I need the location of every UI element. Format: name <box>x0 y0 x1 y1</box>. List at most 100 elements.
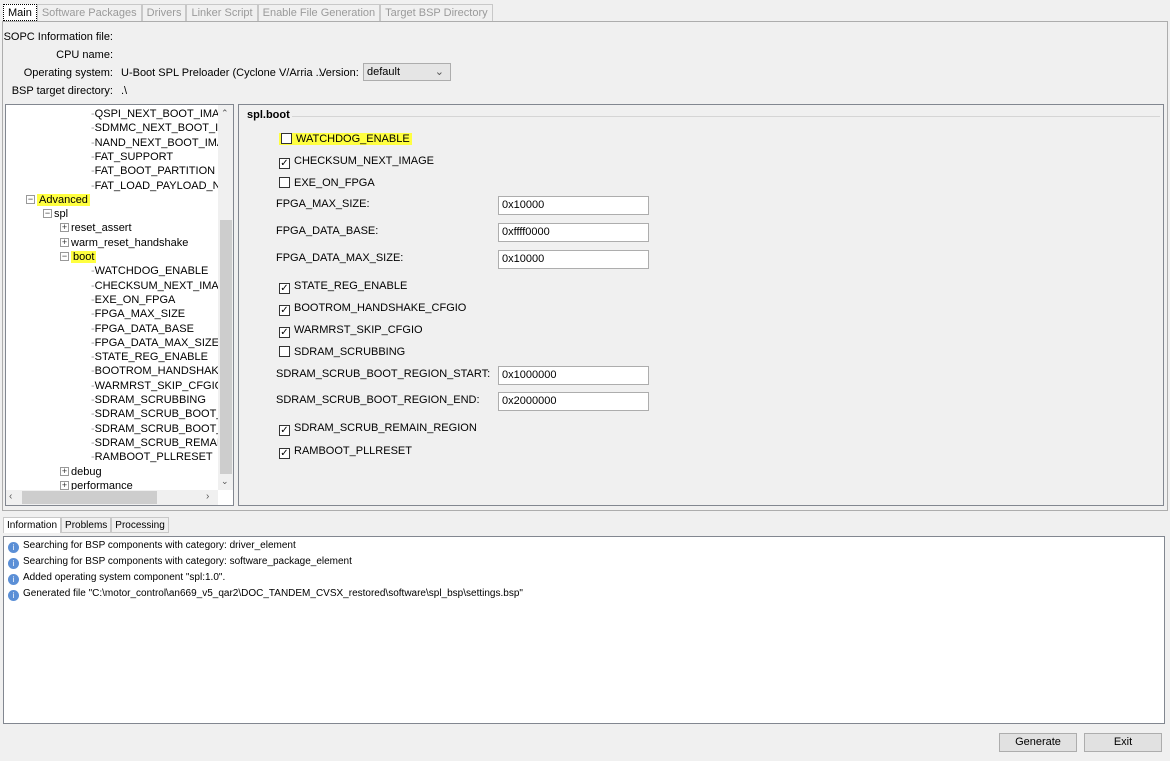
setting-label: SDRAM_SCRUB_BOOT_REGION_END: <box>276 394 480 406</box>
log-line: i Added operating system component "spl:1… <box>8 572 225 585</box>
tree-item[interactable]: -CHECKSUM_NEXT_IMAGE <box>91 279 234 293</box>
tab-processing[interactable]: Processing <box>111 517 169 533</box>
setting-checkbox[interactable]: ✓ SDRAM_SCRUB_REMAIN_REGION <box>279 422 477 436</box>
tree-item[interactable]: -SDRAM_SCRUBBING <box>91 394 206 407</box>
checkbox-unchecked[interactable] <box>281 133 292 144</box>
log-text: Generated file "C:\motor_control\an669_v… <box>23 588 523 599</box>
collapse-icon[interactable]: − <box>43 209 52 219</box>
tree-item[interactable]: -FPGA_DATA_BASE <box>91 323 194 336</box>
tab-information[interactable]: Information <box>3 517 62 533</box>
setting-input[interactable]: 0x10000 <box>498 196 649 215</box>
tab-main[interactable]: Main <box>3 4 37 21</box>
tree-item[interactable]: -RAMBOOT_PLLRESET <box>91 451 213 464</box>
setting-checkbox[interactable]: ✓ RAMBOOT_PLLRESET <box>279 445 412 459</box>
checkbox-checked[interactable]: ✓ <box>279 305 290 316</box>
setting-checkbox[interactable]: ✓ WARMRST_SKIP_CFGIO <box>279 324 423 338</box>
exit-button[interactable]: Exit <box>1084 733 1162 752</box>
scroll-down-icon[interactable]: ⌄ <box>221 476 229 487</box>
log-text: Searching for BSP components with catego… <box>23 540 296 551</box>
tree-item[interactable]: -FAT_BOOT_PARTITION <box>91 165 215 178</box>
log-text: Added operating system component "spl:1.… <box>23 572 226 583</box>
tree-item-label: FAT_BOOT_PARTITION <box>94 165 216 178</box>
setting-label: RAMBOOT_PLLRESET <box>294 445 412 457</box>
setting-checkbox[interactable]: WATCHDOG_ENABLE <box>279 133 412 145</box>
tree-item[interactable]: -WARMRST_SKIP_CFGIO <box>91 380 223 393</box>
expand-icon[interactable]: + <box>60 237 69 247</box>
setting-checkbox[interactable]: ✓ CHECKSUM_NEXT_IMAGE <box>279 155 434 169</box>
tree-horizontal-scroll-thumb[interactable] <box>22 491 157 504</box>
setting-input[interactable]: 0x1000000 <box>498 366 649 385</box>
collapse-icon[interactable]: − <box>26 194 35 204</box>
tree-item[interactable]: + reset_assert <box>60 222 132 235</box>
tree-item-label: CHECKSUM_NEXT_IMAGE <box>94 279 234 292</box>
tree-item[interactable]: -SDRAM_SCRUB_BOOT_RE <box>91 423 233 436</box>
tree-item[interactable]: − Advanced <box>26 193 90 207</box>
tree-item[interactable]: -SDRAM_SCRUB_REMAIN_I <box>91 437 233 450</box>
setting-checkbox[interactable]: ✓ BOOTROM_HANDSHAKE_CFGIO <box>279 302 466 316</box>
expand-icon[interactable]: + <box>60 223 69 233</box>
info-icon: i <box>8 542 19 553</box>
tree-item[interactable]: -QSPI_NEXT_BOOT_IMAGE <box>91 108 233 121</box>
tree-item[interactable]: -FPGA_MAX_SIZE <box>91 308 185 321</box>
setting-label: WARMRST_SKIP_CFGIO <box>294 324 423 336</box>
tree-item-label: WARMRST_SKIP_CFGIO <box>94 379 224 392</box>
setting-checkbox[interactable]: ✓ STATE_REG_ENABLE <box>279 280 407 294</box>
generate-button[interactable]: Generate <box>999 733 1077 752</box>
tree-item[interactable]: -WATCHDOG_ENABLE <box>91 265 208 278</box>
checkbox-checked[interactable]: ✓ <box>279 158 290 169</box>
tree-item[interactable]: − spl <box>43 208 68 221</box>
message-log: i Searching for BSP components with categ… <box>3 536 1165 724</box>
tree-item-label: boot <box>71 251 97 263</box>
tree-item[interactable]: -BOOTROM_HANDSHAKE_ <box>91 365 232 378</box>
checkbox-unchecked[interactable] <box>279 346 290 357</box>
tab-target-bsp-directory[interactable]: Target BSP Directory <box>380 4 493 21</box>
log-text: Searching for BSP components with catego… <box>23 556 352 567</box>
checkbox-checked[interactable]: ✓ <box>279 327 290 338</box>
scroll-up-icon[interactable]: ⌃ <box>221 108 229 119</box>
tree-item-label: WATCHDOG_ENABLE <box>94 265 209 278</box>
checkbox-unchecked[interactable] <box>279 177 290 188</box>
tree-vertical-scroll-thumb[interactable] <box>220 220 232 474</box>
log-line: i Searching for BSP components with categ… <box>8 556 352 569</box>
version-select[interactable]: default ⌄ <box>363 63 451 81</box>
checkbox-checked[interactable]: ✓ <box>279 283 290 294</box>
log-line: i Generated file "C:\motor_control\an669_… <box>8 588 523 601</box>
tree-item-label: debug <box>71 465 102 478</box>
tab-drivers[interactable]: Drivers <box>141 4 187 21</box>
tree-item[interactable]: -SDMMC_NEXT_BOOT_IMA <box>91 122 234 135</box>
tree-item[interactable]: -SDRAM_SCRUB_BOOT_RE <box>91 408 233 421</box>
tab-linker-script[interactable]: Linker Script <box>186 4 258 21</box>
setting-checkbox[interactable]: EXE_ON_FPGA <box>279 177 375 189</box>
expand-icon[interactable]: + <box>60 480 69 490</box>
checkbox-checked[interactable]: ✓ <box>279 425 290 436</box>
tree-item[interactable]: − boot <box>60 251 97 264</box>
tree-item[interactable]: -FAT_SUPPORT <box>91 151 173 164</box>
tab-problems[interactable]: Problems <box>61 517 112 533</box>
setting-input[interactable]: 0x2000000 <box>498 392 649 411</box>
tree-item-label: STATE_REG_ENABLE <box>94 351 208 364</box>
setting-input[interactable]: 0xffff0000 <box>498 223 649 242</box>
setting-label: SDRAM_SCRUB_REMAIN_REGION <box>294 422 477 434</box>
tree-item-label: reset_assert <box>71 222 132 235</box>
collapse-icon[interactable]: − <box>60 252 69 261</box>
setting-input[interactable]: 0x10000 <box>498 250 649 269</box>
tab-software-packages[interactable]: Software Packages <box>36 4 142 21</box>
setting-checkbox[interactable]: SDRAM_SCRUBBING <box>279 346 405 358</box>
tree-item[interactable]: -FAT_LOAD_PAYLOAD_NA <box>91 180 228 193</box>
setting-label: WATCHDOG_ENABLE <box>296 133 410 145</box>
info-icon: i <box>8 558 19 569</box>
tree-item[interactable]: -FPGA_DATA_MAX_SIZE <box>91 337 219 350</box>
tree-item[interactable]: -NAND_NEXT_BOOT_IMAG <box>91 137 233 150</box>
tree-item[interactable]: -STATE_REG_ENABLE <box>91 351 208 364</box>
tree-item-label: BOOTROM_HANDSHAKE_ <box>94 365 233 378</box>
tree-item[interactable]: -EXE_ON_FPGA <box>91 294 175 307</box>
expand-icon[interactable]: + <box>60 466 69 476</box>
tree-item[interactable]: + debug <box>60 466 102 479</box>
tab-enable-file-generation[interactable]: Enable File Generation <box>257 4 381 21</box>
tree-item[interactable]: + warm_reset_handshake <box>60 237 188 250</box>
scroll-right-icon[interactable]: › <box>206 491 209 502</box>
tree-item-label: spl <box>54 208 69 221</box>
scroll-left-icon[interactable]: ‹ <box>9 491 12 502</box>
tree-item-label: SDMMC_NEXT_BOOT_IMA <box>94 122 234 135</box>
checkbox-checked[interactable]: ✓ <box>279 448 290 459</box>
